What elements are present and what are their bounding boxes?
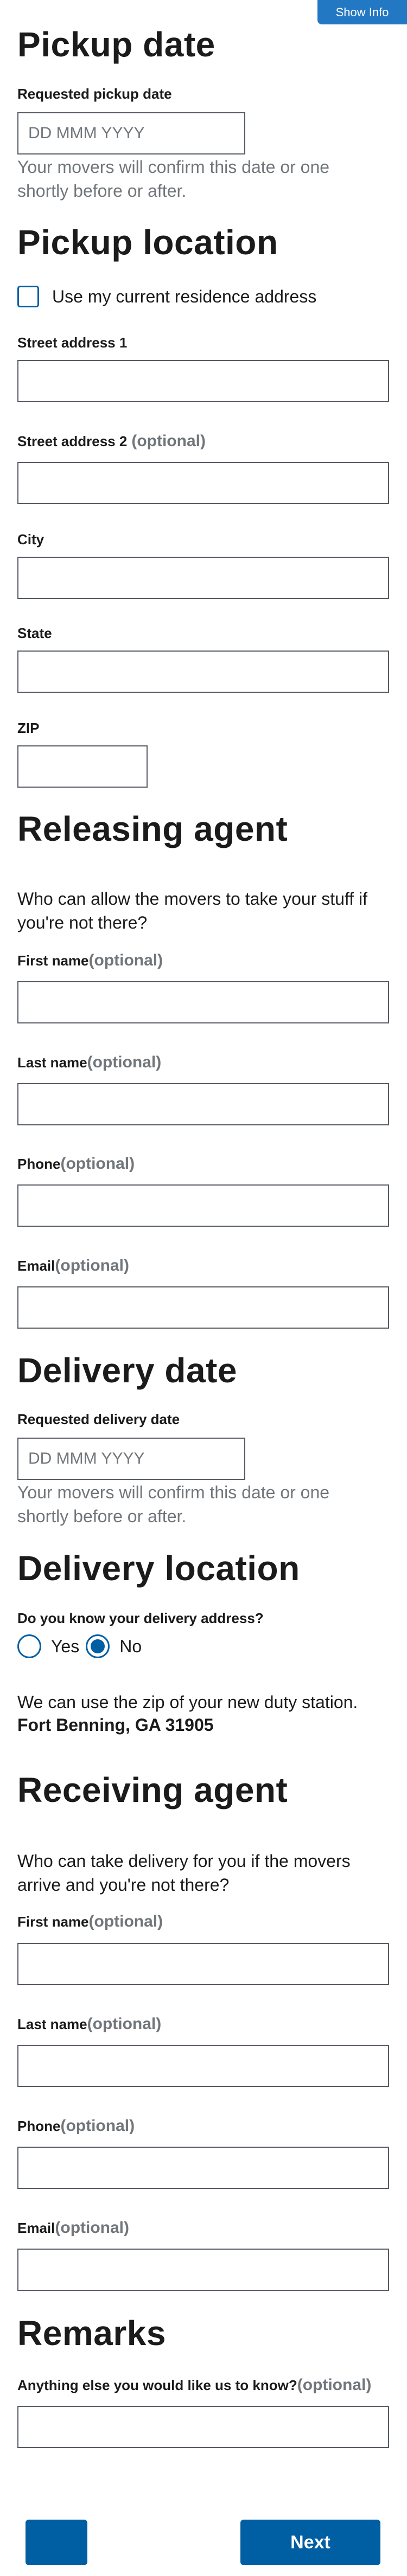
receiving-email-label: Email — [17, 2219, 55, 2236]
receiving-last-name-input[interactable] — [17, 2045, 389, 2087]
pickup-date-input[interactable]: DD MMM YYYY — [17, 112, 245, 154]
street2-optional: (optional) — [131, 432, 206, 450]
pickup-date-label: Requested pickup date — [17, 86, 172, 102]
back-button[interactable] — [26, 2520, 87, 2565]
releasing-email-label: Email — [17, 1257, 55, 1274]
delivery-address-question: Do you know your delivery address? — [17, 1610, 264, 1626]
delivery-date-hint: Your movers will confirm this date or on… — [17, 1483, 330, 1526]
city-label: City — [17, 531, 44, 548]
receiving-first-name-input[interactable] — [17, 1943, 389, 1985]
city-input[interactable] — [17, 557, 389, 599]
releasing-first-name-optional: (optional) — [88, 951, 163, 969]
receiving-agent-description: Who can take delivery for you if the mov… — [17, 1851, 351, 1895]
remarks-label: Anything else you would like us to know? — [17, 2377, 297, 2393]
releasing-email-label-row: Email (optional) — [17, 1257, 129, 1275]
current-residence-checkbox-row[interactable]: Use my current residence address — [17, 285, 316, 308]
receiving-last-name-label-row: Last name (optional) — [17, 2015, 161, 2033]
releasing-first-name-label-row: First name (optional) — [17, 951, 163, 970]
pickup-date-placeholder: DD MMM YYYY — [28, 124, 145, 142]
pickup-location-heading: Pickup location — [17, 223, 278, 262]
receiving-last-name-optional: (optional) — [87, 2015, 162, 2033]
pickup-date-heading: Pickup date — [17, 25, 215, 64]
releasing-first-name-label: First name — [17, 952, 89, 969]
delivery-address-yes-radio[interactable] — [17, 1634, 41, 1658]
receiving-first-name-label-row: First name (optional) — [17, 1912, 163, 1931]
delivery-date-placeholder: DD MMM YYYY — [28, 1450, 145, 1467]
delivery-date-heading: Delivery date — [17, 1351, 237, 1390]
receiving-phone-input[interactable] — [17, 2147, 389, 2189]
receiving-email-input[interactable] — [17, 2249, 389, 2291]
current-residence-checkbox-label: Use my current residence address — [52, 287, 317, 306]
releasing-agent-description: Who can allow the movers to take your st… — [17, 889, 368, 932]
receiving-first-name-optional: (optional) — [88, 1912, 163, 1930]
releasing-first-name-input[interactable] — [17, 981, 389, 1023]
remarks-label-row: Anything else you would like us to know?… — [17, 2376, 371, 2394]
releasing-email-input[interactable] — [17, 1286, 389, 1329]
current-residence-checkbox[interactable] — [17, 286, 39, 307]
duty-station-address: Fort Benning, GA 31905 — [17, 1715, 214, 1735]
delivery-address-yes-label: Yes — [51, 1637, 80, 1656]
state-label: State — [17, 625, 52, 641]
receiving-agent-heading: Receiving agent — [17, 1770, 288, 1809]
releasing-phone-label-row: Phone (optional) — [17, 1155, 135, 1173]
releasing-last-name-optional: (optional) — [87, 1053, 162, 1071]
receiving-phone-optional: (optional) — [60, 2117, 135, 2135]
delivery-location-heading: Delivery location — [17, 1549, 300, 1588]
street2-input[interactable] — [17, 462, 389, 504]
remarks-heading: Remarks — [17, 2314, 166, 2353]
next-button[interactable]: Next — [240, 2520, 380, 2565]
duty-station-note: We can use the zip of your new duty stat… — [17, 1692, 358, 1712]
street1-input[interactable] — [17, 360, 389, 402]
releasing-last-name-input[interactable] — [17, 1083, 389, 1125]
street2-label-row: Street address 2 (optional) — [17, 432, 206, 450]
receiving-first-name-label: First name — [17, 1913, 89, 1930]
releasing-last-name-label: Last name — [17, 1054, 87, 1071]
receiving-last-name-label: Last name — [17, 2015, 87, 2032]
receiving-email-label-row: Email (optional) — [17, 2219, 129, 2237]
state-input[interactable] — [17, 651, 389, 693]
delivery-address-no-label: No — [119, 1637, 142, 1656]
delivery-address-no-radio[interactable] — [86, 1634, 110, 1658]
releasing-email-optional: (optional) — [55, 1257, 130, 1274]
zip-label: ZIP — [17, 720, 40, 736]
zip-input[interactable] — [17, 745, 148, 788]
releasing-phone-input[interactable] — [17, 1184, 389, 1227]
delivery-date-input[interactable]: DD MMM YYYY — [17, 1438, 245, 1480]
receiving-phone-label: Phone — [17, 2117, 61, 2134]
receiving-email-optional: (optional) — [55, 2219, 130, 2237]
delivery-date-label: Requested delivery date — [17, 1411, 180, 1427]
receiving-phone-label-row: Phone (optional) — [17, 2117, 135, 2135]
remarks-input[interactable] — [17, 2406, 389, 2448]
releasing-phone-optional: (optional) — [60, 1155, 135, 1173]
releasing-last-name-label-row: Last name (optional) — [17, 1053, 161, 1072]
releasing-agent-heading: Releasing agent — [17, 809, 288, 848]
pickup-date-hint: Your movers will confirm this date or on… — [17, 157, 330, 201]
delivery-address-radio-group: Yes No — [17, 1634, 142, 1658]
releasing-phone-label: Phone — [17, 1155, 61, 1172]
street1-label: Street address 1 — [17, 334, 128, 351]
street2-label: Street address 2 — [17, 433, 128, 449]
show-info-button[interactable]: Show Info — [317, 0, 407, 24]
remarks-optional: (optional) — [297, 2376, 372, 2394]
